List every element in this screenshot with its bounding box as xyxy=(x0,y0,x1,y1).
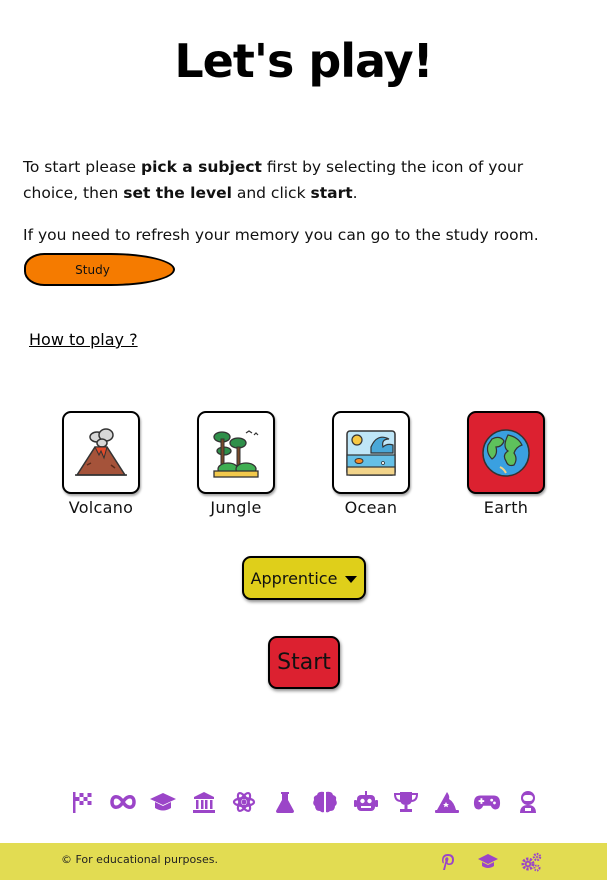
study-button[interactable]: Study xyxy=(24,253,175,286)
earth-icon xyxy=(482,428,530,477)
intro-emphasis-subject: pick a subject xyxy=(141,158,262,176)
intro-emphasis-level: set the level xyxy=(123,184,232,202)
how-to-play-link[interactable]: How to play ? xyxy=(29,330,138,349)
subject-tile[interactable] xyxy=(467,411,545,494)
brain-icon[interactable] xyxy=(311,788,339,816)
museum-icon[interactable] xyxy=(190,788,218,816)
subject-label: Volcano xyxy=(68,498,134,517)
start-button[interactable]: Start xyxy=(268,636,340,689)
ocean-icon xyxy=(346,429,396,476)
jungle-icon xyxy=(213,429,259,478)
subject-label: Jungle xyxy=(210,498,262,517)
subject-tile[interactable] xyxy=(197,411,275,494)
gears-icon[interactable] xyxy=(520,851,542,873)
subject-tile[interactable] xyxy=(332,411,410,494)
intro-text-part: To start please xyxy=(23,158,141,176)
trophy-icon[interactable] xyxy=(392,788,420,816)
subject-jungle[interactable]: Jungle xyxy=(196,411,276,517)
gamepad-icon[interactable] xyxy=(473,788,501,816)
subject-tile[interactable] xyxy=(62,411,140,494)
level-select[interactable]: Apprentice xyxy=(242,556,366,600)
bottom-icon-bar xyxy=(68,787,542,817)
subject-volcano[interactable]: Volcano xyxy=(61,411,141,517)
intro-text-part: . xyxy=(352,184,358,202)
robot-icon[interactable] xyxy=(352,788,380,816)
graduation-cap-icon[interactable] xyxy=(149,788,177,816)
intro-emphasis-start: start xyxy=(310,184,353,202)
intro-text: To start please pick a subject first by … xyxy=(23,154,583,206)
infinity-icon[interactable] xyxy=(109,788,137,816)
level-select-value: Apprentice xyxy=(250,568,338,588)
flask-icon[interactable] xyxy=(271,788,299,816)
study-room-text: If you need to refresh your memory you c… xyxy=(23,226,539,244)
intro-text-part: and click xyxy=(231,184,311,202)
checkered-flag-icon[interactable] xyxy=(68,788,96,816)
copyright-text: © For educational purposes. xyxy=(61,853,218,866)
atom-icon[interactable] xyxy=(230,788,258,816)
subject-label: Ocean xyxy=(344,498,398,517)
subject-earth[interactable]: Earth xyxy=(466,411,546,517)
subject-label: Earth xyxy=(483,498,529,517)
graduation-cap-icon[interactable] xyxy=(477,851,499,873)
footer: © For educational purposes. xyxy=(0,843,607,880)
caret-down-icon xyxy=(345,576,358,583)
page-title: Let's play! xyxy=(174,34,433,88)
subject-ocean[interactable]: Ocean xyxy=(331,411,411,517)
astronaut-icon[interactable] xyxy=(514,788,542,816)
volcano-icon xyxy=(75,427,127,476)
wizard-hat-icon[interactable] xyxy=(433,788,461,816)
pinterest-icon[interactable] xyxy=(437,851,459,873)
